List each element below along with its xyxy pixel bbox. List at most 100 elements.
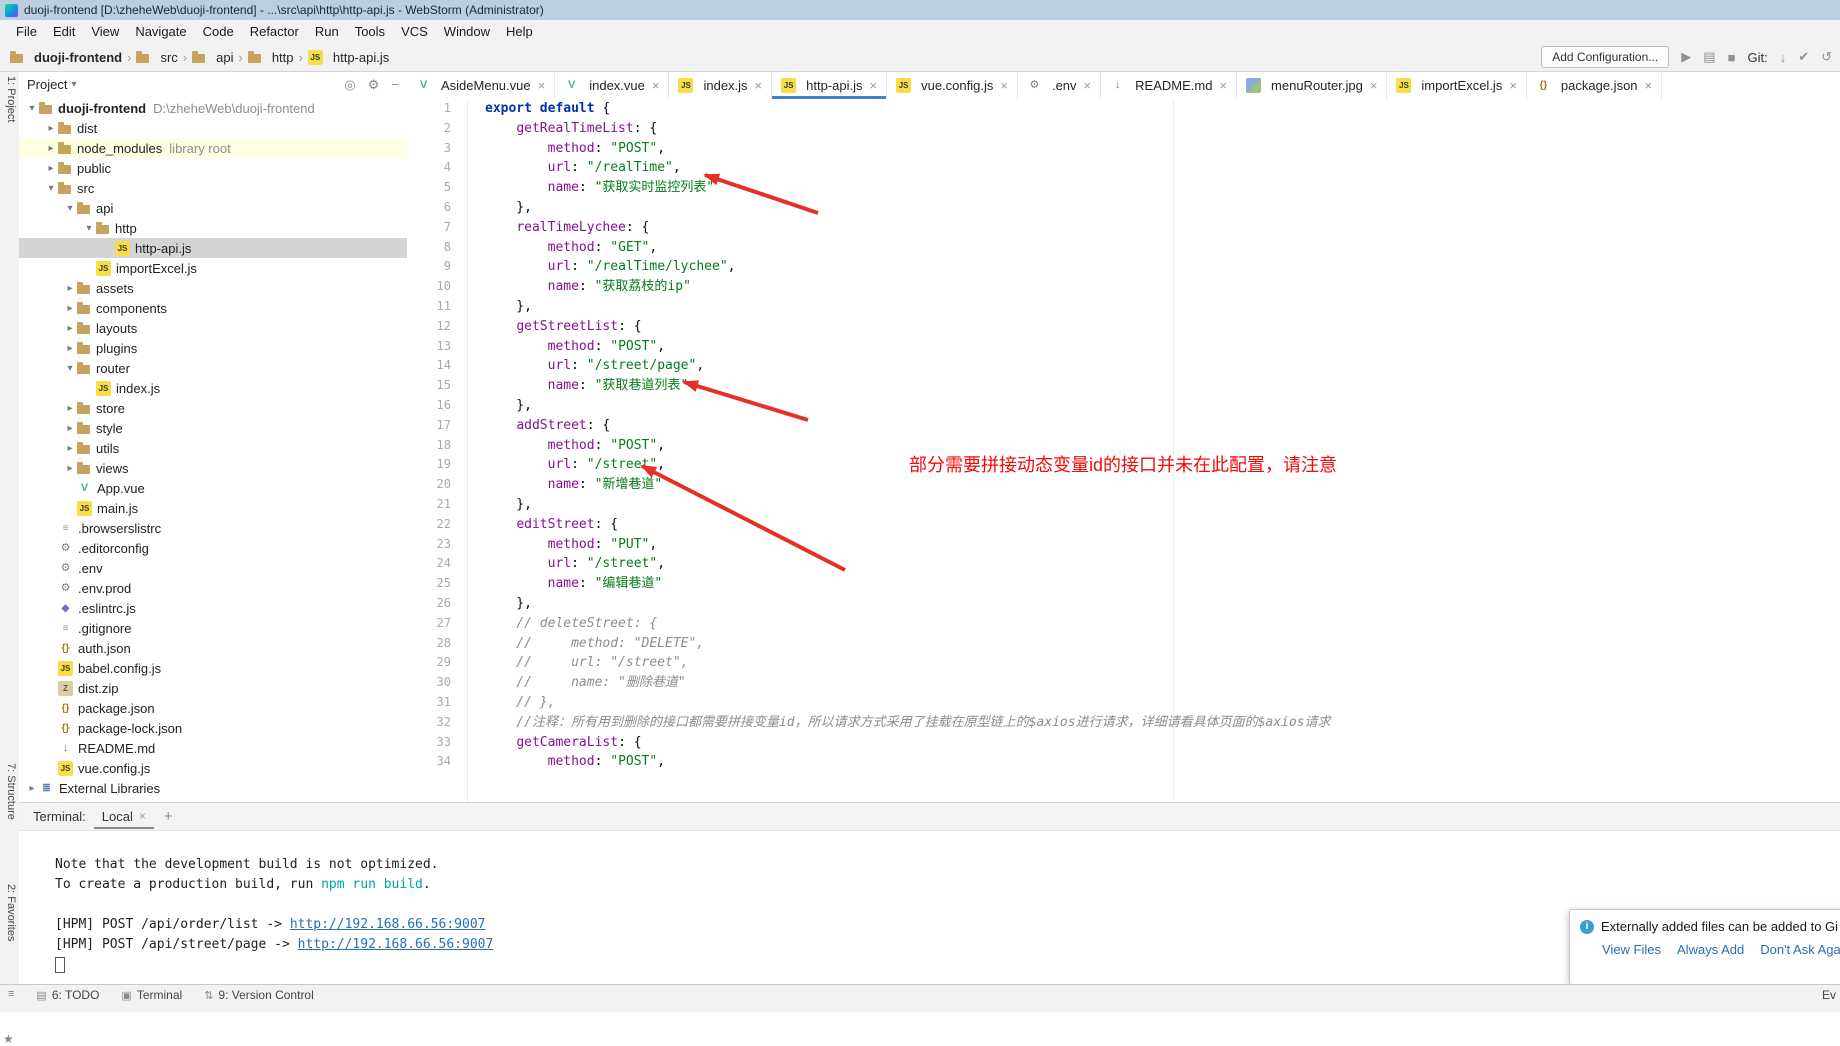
tree-item-importExcel.js[interactable]: JSimportExcel.js bbox=[19, 258, 407, 278]
close-icon[interactable]: × bbox=[652, 78, 660, 93]
code-line[interactable]: 9 url: "/realTime/lychee", bbox=[407, 257, 1840, 277]
tree-item-babel.config.js[interactable]: JSbabel.config.js bbox=[19, 658, 407, 678]
terminal-link[interactable]: http://192.168.66.56:9007 bbox=[298, 937, 494, 952]
add-configuration-button[interactable]: Add Configuration... bbox=[1541, 46, 1669, 68]
code-line[interactable]: 11 }, bbox=[407, 297, 1840, 317]
chevron-right-icon[interactable]: ▸ bbox=[63, 463, 77, 474]
chevron-down-icon[interactable]: ▾ bbox=[82, 223, 96, 234]
statusbar-6-todo[interactable]: ▤6: TODO bbox=[36, 988, 99, 1002]
code-line[interactable]: 7 realTimeLychee: { bbox=[407, 218, 1840, 238]
close-icon[interactable]: × bbox=[538, 78, 546, 93]
code-line[interactable]: 8 method: "GET", bbox=[407, 238, 1840, 258]
locate-file-icon[interactable]: ◎ bbox=[344, 77, 355, 93]
statusbar-terminal[interactable]: ▣Terminal bbox=[121, 988, 182, 1002]
code-line[interactable]: 27 // deleteStreet: { bbox=[407, 614, 1840, 634]
notification-action-view-files[interactable]: View Files bbox=[1602, 942, 1661, 957]
chevron-right-icon[interactable]: ▸ bbox=[63, 283, 77, 294]
code-line[interactable]: 6 }, bbox=[407, 198, 1840, 218]
tab-README.md[interactable]: ↓README.md× bbox=[1101, 72, 1237, 99]
chevron-down-icon[interactable]: ▾ bbox=[63, 203, 77, 214]
tree-item-App.vue[interactable]: VApp.vue bbox=[19, 478, 407, 498]
close-icon[interactable]: × bbox=[139, 809, 146, 823]
code-line[interactable]: 33 getCameraList: { bbox=[407, 733, 1840, 753]
tree-item-.gitignore[interactable]: ≡.gitignore bbox=[19, 618, 407, 638]
close-icon[interactable]: × bbox=[1645, 78, 1653, 93]
menu-refactor[interactable]: Refactor bbox=[242, 22, 307, 41]
tree-item-node_modules[interactable]: ▸node_moduleslibrary root bbox=[19, 138, 407, 158]
statusbar-9-version-control[interactable]: ⇅9: Version Control bbox=[204, 988, 314, 1002]
status-bar-right[interactable]: Ev bbox=[1822, 988, 1836, 1002]
breadcrumb-item[interactable]: duoji-frontend bbox=[10, 50, 122, 65]
tree-item-api[interactable]: ▾api bbox=[19, 198, 407, 218]
code-line[interactable]: 14 url: "/street/page", bbox=[407, 356, 1840, 376]
tree-item-dist.zip[interactable]: Zdist.zip bbox=[19, 678, 407, 698]
code-line[interactable]: 23 method: "PUT", bbox=[407, 535, 1840, 555]
tool-stripe-favorites[interactable]: 2: Favorites bbox=[5, 884, 17, 941]
breadcrumb-item[interactable]: src bbox=[136, 50, 177, 65]
chevron-right-icon[interactable]: ▸ bbox=[63, 343, 77, 354]
code-line[interactable]: 34 method: "POST", bbox=[407, 752, 1840, 772]
code-editor[interactable]: 1export default {2 getRealTimeList: {3 m… bbox=[407, 99, 1840, 802]
code-line[interactable]: 32 //注释：所有用到删除的接口都需要拼接变量id，所以请求方式采用了挂载在原… bbox=[407, 713, 1840, 733]
code-line[interactable]: 2 getRealTimeList: { bbox=[407, 119, 1840, 139]
menu-navigate[interactable]: Navigate bbox=[127, 22, 194, 41]
tree-item-package-lock.json[interactable]: {}package-lock.json bbox=[19, 718, 407, 738]
chevron-down-icon[interactable]: ▾ bbox=[71, 79, 76, 90]
tab-package.json[interactable]: {}package.json× bbox=[1527, 72, 1662, 99]
tab-AsideMenu.vue[interactable]: VAsideMenu.vue× bbox=[407, 72, 555, 99]
chevron-right-icon[interactable]: ▸ bbox=[63, 323, 77, 334]
tree-item-style[interactable]: ▸style bbox=[19, 418, 407, 438]
tree-item-http[interactable]: ▾http bbox=[19, 218, 407, 238]
tool-stripe-structure[interactable]: 7: Structure bbox=[5, 763, 17, 820]
breadcrumb-item[interactable]: JShttp-api.js bbox=[308, 50, 389, 65]
chevron-down-icon[interactable]: ▾ bbox=[63, 363, 77, 374]
stop-icon[interactable]: ■ bbox=[1728, 50, 1736, 65]
tree-item-vue.config.js[interactable]: JSvue.config.js bbox=[19, 758, 407, 778]
tree-item-layouts[interactable]: ▸layouts bbox=[19, 318, 407, 338]
tab-vue.config.js[interactable]: JSvue.config.js× bbox=[887, 72, 1018, 99]
terminal-output[interactable]: Note that the development build is not o… bbox=[19, 831, 1840, 985]
close-icon[interactable]: × bbox=[870, 78, 878, 93]
chevron-right-icon[interactable]: ▸ bbox=[63, 423, 77, 434]
tool-stripe-project[interactable]: 1: Project bbox=[5, 76, 17, 122]
tree-item-http-api.js[interactable]: JShttp-api.js bbox=[19, 238, 407, 258]
tree-item-utils[interactable]: ▸utils bbox=[19, 438, 407, 458]
tree-item-index.js[interactable]: JSindex.js bbox=[19, 378, 407, 398]
profiler-icon[interactable]: ▤ bbox=[1703, 49, 1715, 65]
tree-item-duoji-frontend[interactable]: ▾duoji-frontendD:\zheheWeb\duoji-fronten… bbox=[19, 98, 407, 118]
code-line[interactable]: 1export default { bbox=[407, 99, 1840, 119]
code-line[interactable]: 20 name: "新增巷道" bbox=[407, 475, 1840, 495]
menu-file[interactable]: File bbox=[8, 22, 45, 41]
vcs-commit-icon[interactable]: ✔ bbox=[1798, 49, 1809, 65]
terminal-tab-local[interactable]: Local × bbox=[94, 805, 154, 829]
chevron-right-icon[interactable]: ▸ bbox=[44, 143, 58, 154]
tree-item-store[interactable]: ▸store bbox=[19, 398, 407, 418]
tab-index.vue[interactable]: Vindex.vue× bbox=[555, 72, 669, 99]
project-panel-title[interactable]: Project bbox=[27, 77, 67, 92]
code-line[interactable]: 4 url: "/realTime", bbox=[407, 158, 1840, 178]
notification-action-always-add[interactable]: Always Add bbox=[1677, 942, 1744, 957]
code-line[interactable]: 25 name: "编辑巷道" bbox=[407, 574, 1840, 594]
tree-item-src[interactable]: ▾src bbox=[19, 178, 407, 198]
code-line[interactable]: 12 getStreetList: { bbox=[407, 317, 1840, 337]
vcs-history-icon[interactable]: ↺ bbox=[1821, 49, 1832, 65]
tree-item-views[interactable]: ▸views bbox=[19, 458, 407, 478]
menu-tools[interactable]: Tools bbox=[347, 22, 393, 41]
tree-item-assets[interactable]: ▸assets bbox=[19, 278, 407, 298]
menu-code[interactable]: Code bbox=[195, 22, 242, 41]
tree-item-package.json[interactable]: {}package.json bbox=[19, 698, 407, 718]
hide-panel-icon[interactable]: − bbox=[391, 77, 399, 93]
tab-.env[interactable]: ⚙.env× bbox=[1018, 72, 1101, 99]
menu-vcs[interactable]: VCS bbox=[393, 22, 436, 41]
tree-item-components[interactable]: ▸components bbox=[19, 298, 407, 318]
tree-item-dist[interactable]: ▸dist bbox=[19, 118, 407, 138]
tab-menuRouter.jpg[interactable]: menuRouter.jpg× bbox=[1237, 72, 1387, 99]
code-line[interactable]: 15 name: "获取巷道列表" bbox=[407, 376, 1840, 396]
code-line[interactable]: 29 // url: "/street", bbox=[407, 653, 1840, 673]
close-icon[interactable]: × bbox=[1000, 78, 1008, 93]
code-line[interactable]: 10 name: "获取荔枝的ip" bbox=[407, 277, 1840, 297]
close-icon[interactable]: × bbox=[1370, 78, 1378, 93]
tree-item-plugins[interactable]: ▸plugins bbox=[19, 338, 407, 358]
notification-action-don-t-ask-agai[interactable]: Don't Ask Agai bbox=[1760, 942, 1840, 957]
close-icon[interactable]: × bbox=[1219, 78, 1227, 93]
